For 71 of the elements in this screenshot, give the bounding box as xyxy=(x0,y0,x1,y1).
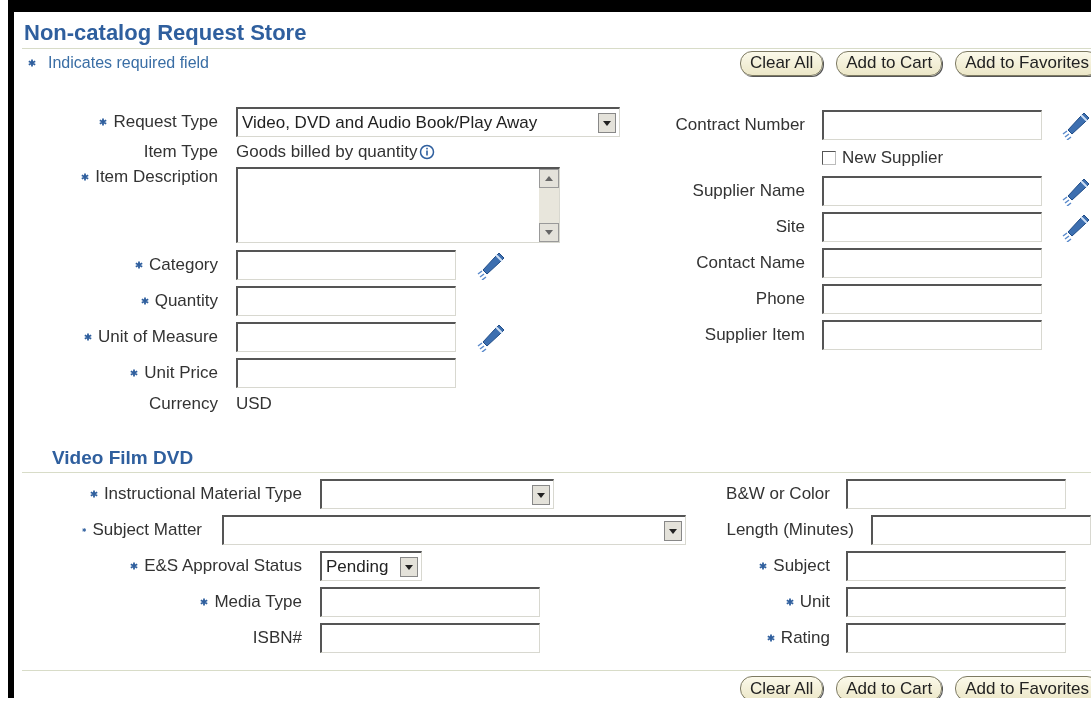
field-value: USD xyxy=(236,394,272,414)
input-field[interactable] xyxy=(846,623,1066,653)
scrollbar[interactable] xyxy=(539,169,559,242)
required-icon xyxy=(28,59,36,67)
input-field[interactable] xyxy=(822,320,1042,350)
flashlight-icon[interactable] xyxy=(1061,110,1091,140)
field-label: Site xyxy=(775,217,805,237)
field-label: Contact Name xyxy=(696,253,805,273)
flashlight-icon[interactable] xyxy=(1061,212,1091,242)
dropdown[interactable]: Pending xyxy=(320,551,422,581)
input-field[interactable] xyxy=(822,110,1042,140)
caret-icon[interactable] xyxy=(598,112,616,133)
caret-icon[interactable] xyxy=(532,484,550,505)
field-label: Request Type xyxy=(113,112,218,132)
field-label: Unit xyxy=(799,592,830,612)
checkbox-label: New Supplier xyxy=(842,148,944,168)
field-label: Unit Price xyxy=(144,363,218,383)
input-field[interactable] xyxy=(846,551,1066,581)
field-label: Supplier Name xyxy=(692,181,805,201)
input-field[interactable] xyxy=(822,248,1042,278)
add-to-favorites-button[interactable]: Add to Favorites xyxy=(955,676,1091,698)
field-label: Length (Minutes) xyxy=(726,520,854,540)
input-field[interactable] xyxy=(236,286,456,316)
section-title: Video Film DVD xyxy=(22,447,1091,473)
add-to-cart-button[interactable]: Add to Cart xyxy=(836,676,943,698)
input-field[interactable] xyxy=(871,515,1091,545)
field-label: Supplier Item xyxy=(704,325,805,345)
add-to-cart-button[interactable]: Add to Cart xyxy=(836,50,943,76)
input-field[interactable] xyxy=(822,176,1042,206)
field-label: Rating xyxy=(780,628,830,648)
dropdown[interactable] xyxy=(222,515,686,545)
input-field[interactable] xyxy=(846,587,1066,617)
field-label: Phone xyxy=(755,289,805,309)
checkbox[interactable] xyxy=(822,151,836,165)
flashlight-icon[interactable] xyxy=(476,250,506,280)
input-field[interactable] xyxy=(846,479,1066,509)
caret-icon[interactable] xyxy=(400,556,418,577)
field-label: Contract Number xyxy=(675,115,805,135)
input-field[interactable] xyxy=(822,212,1042,242)
input-field[interactable] xyxy=(320,623,540,653)
caret-icon[interactable] xyxy=(664,520,682,541)
input-field[interactable] xyxy=(236,358,456,388)
field-label: Subject Matter xyxy=(92,520,202,540)
field-label: ISBN# xyxy=(252,628,302,648)
input-field[interactable] xyxy=(236,322,456,352)
dropdown[interactable] xyxy=(320,479,554,509)
input-field[interactable] xyxy=(236,250,456,280)
clear-all-button[interactable]: Clear All xyxy=(739,50,824,76)
field-label: B&W or Color xyxy=(726,484,830,504)
field-label: Category xyxy=(149,255,218,275)
clear-all-button[interactable]: Clear All xyxy=(739,676,824,698)
info-icon[interactable] xyxy=(419,144,436,160)
input-field[interactable] xyxy=(320,587,540,617)
flashlight-icon[interactable] xyxy=(1061,176,1091,206)
field-label: Item Description xyxy=(95,167,218,187)
dropdown[interactable]: Video, DVD and Audio Book/Play Away xyxy=(236,107,620,137)
required-note: Indicates required field xyxy=(48,54,209,72)
add-to-favorites-button[interactable]: Add to Favorites xyxy=(955,50,1091,76)
field-label: E&S Approval Status xyxy=(144,556,302,576)
text-area[interactable] xyxy=(236,167,560,243)
page-title: Non-catalog Request Store xyxy=(22,12,1091,49)
field-label: Subject xyxy=(773,556,830,576)
field-label: Unit of Measure xyxy=(98,327,218,347)
field-label: Media Type xyxy=(214,592,302,612)
flashlight-icon[interactable] xyxy=(476,322,506,352)
field-label: Currency xyxy=(149,394,218,414)
field-value: Goods billed by quantity xyxy=(236,142,418,162)
field-label: Instructional Material Type xyxy=(103,484,302,504)
field-label: Quantity xyxy=(154,291,218,311)
field-label: Item Type xyxy=(143,142,218,162)
input-field[interactable] xyxy=(822,284,1042,314)
